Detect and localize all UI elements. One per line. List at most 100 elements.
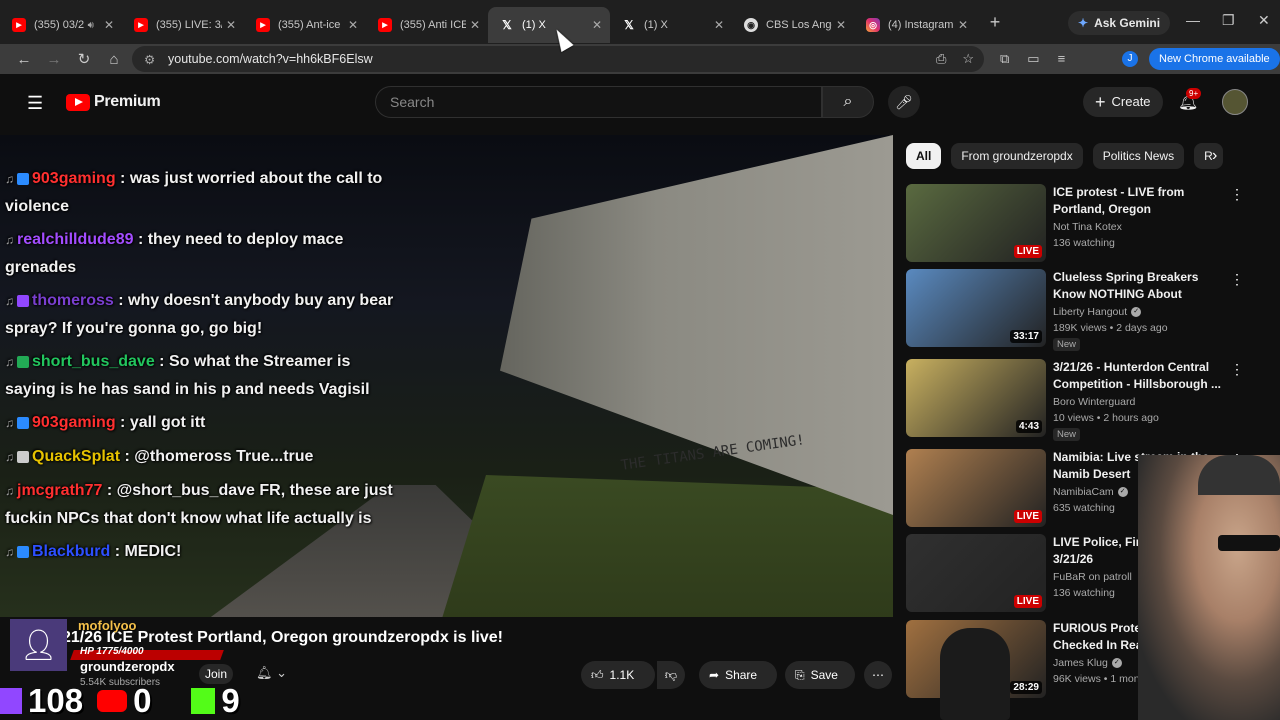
close-tab-icon[interactable]: ✕ [958,18,968,32]
video-thumbnail[interactable]: 4:43 [906,359,1046,437]
chat-text: : yall got itt [120,414,206,431]
close-tab-icon[interactable]: ✕ [348,18,358,32]
home-button[interactable]: ⌂ [99,51,129,68]
chat-username: short_bus_dave [32,353,155,370]
browser-tab[interactable]: 𝕏 (1) X ✕ [610,7,732,43]
address-bar[interactable]: ⚙ youtube.com/watch?v=hh6kBF6Elsw ⎙ ☆ [132,46,984,72]
recommendation-channel[interactable]: NamibiaCam [1053,486,1114,498]
close-tab-icon[interactable]: ✕ [104,18,114,32]
menu-icon[interactable]: ☰ [27,93,43,114]
close-tab-icon[interactable]: ✕ [592,18,602,32]
media-controls-icon[interactable]: ≡ [1058,51,1066,67]
bookmark-star-icon[interactable]: ☆ [962,51,974,67]
profile-avatar[interactable]: J [1122,51,1138,67]
recommendation-channel[interactable]: FuBaR on patroll [1053,571,1132,583]
cbs-icon: ◉ [744,18,758,32]
x-icon: 𝕏 [624,18,634,32]
filter-chip[interactable]: R [1194,143,1223,169]
notifications-button[interactable]: 🔔︎ 9+ [1178,88,1202,112]
subscribe-bell-icon[interactable]: 🔔︎ ⌄ [256,665,287,681]
close-tab-icon[interactable]: ✕ [470,18,480,32]
chevron-right-icon[interactable]: › [1212,147,1217,165]
video-thumbnail[interactable]: LIVE [906,449,1046,527]
more-horizontal-icon: ⋯ [872,668,884,682]
create-button[interactable]: + Create [1083,87,1163,117]
live-badge: LIVE [1013,595,1042,608]
browser-tab[interactable]: ◉ CBS Los Ange ✕ [732,7,854,43]
close-tab-icon[interactable]: ✕ [714,18,724,32]
close-tab-icon[interactable]: ✕ [836,18,846,32]
filter-chip[interactable]: Politics News [1092,143,1185,169]
back-button[interactable]: ← [9,51,39,68]
new-chrome-available-button[interactable]: New Chrome available [1149,48,1280,70]
close-tab-icon[interactable]: ✕ [226,18,236,32]
verified-icon: ✓ [1131,307,1142,318]
join-button[interactable]: Join [199,664,233,684]
recommendation-title[interactable]: Clueless Spring Breakers Know NOTHING Ab… [1053,269,1223,303]
chat-username: 903gaming [32,170,116,187]
reload-button[interactable]: ↻ [69,50,99,68]
chat-badge-icon [17,355,29,368]
recommendation-channel-row: Liberty Hangout ✓ [1053,306,1142,318]
channel-name[interactable]: groundzeropdx [80,659,175,674]
verified-icon: ✓ [1117,487,1128,498]
more-vertical-icon[interactable]: ⋮ [1230,361,1244,378]
hp-text: HP 1775/4000 [80,646,144,657]
extensions-icon[interactable]: ⧉ [1000,51,1009,67]
browser-tab[interactable]: ◎ (4) Instagram ✕ [854,7,976,43]
video-thumbnail[interactable]: LIVE [906,184,1046,262]
chat-badge-icon [17,416,29,429]
dislike-button[interactable]: 👎︎ [657,661,685,689]
recommendation-channel[interactable]: Boro Winterguard [1053,396,1135,408]
more-vertical-icon[interactable]: ⋮ [1230,186,1244,203]
split-view-icon[interactable]: ▭ [1027,51,1039,67]
share-button[interactable]: ➦ Share [699,661,777,689]
recommendation-channel[interactable]: Not Tina Kotex [1053,221,1122,233]
site-info-icon[interactable]: ⚙ [144,52,158,67]
browser-tab-strip: ▶ (355) 03/2🔊︎ ✕ ▶ (355) LIVE: 3/2 ✕ ▶ (355) An… [0,0,1280,44]
recommendation-title[interactable]: 3/21/26 - Hunterdon Central Competition … [1053,359,1223,392]
search-input[interactable]: Search [375,86,822,118]
youtube-logo[interactable]: Premium [66,93,161,111]
tab-title: (355) 03/2 [34,19,85,31]
channel-avatar[interactable]: 👤︎ [10,619,67,671]
browser-tab[interactable]: ▶ (355) Anti ICE ✕ [366,7,488,43]
browser-tab[interactable]: ▶ (355) 03/2 🔊︎ ✕ [0,7,122,43]
ask-gemini-button[interactable]: ✦ Ask Gemini [1068,11,1171,35]
chat-badge-icon [17,545,29,558]
video-thumbnail[interactable]: LIVE [906,534,1046,612]
recommendation-item[interactable]: 33:17 Clueless Spring Breakers Know NOTHI… [906,269,1246,351]
recommendation-item[interactable]: LIVE ICE protest - LIVE from Portland, Or… [906,184,1246,264]
recommendation-title[interactable]: ICE protest - LIVE from Portland, Oregon [1053,184,1223,217]
recommendation-channel-row: Boro Winterguard [1053,396,1135,408]
video-thumbnail[interactable]: 33:17 [906,269,1046,347]
recommendation-channel[interactable]: James Klug [1053,657,1108,669]
filter-chip[interactable]: All [906,143,942,169]
more-vertical-icon[interactable]: ⋮ [1230,271,1244,288]
forward-button[interactable]: → [39,51,69,68]
speaker-icon[interactable]: 🔊︎ [88,20,94,31]
save-button[interactable]: ⎘ Save [785,661,855,689]
filter-chip[interactable]: From groundzeropdx [951,143,1083,169]
more-actions-button[interactable]: ⋯ [864,661,892,689]
chat-message: ♫ QuackSplat : @thomeross True...true [5,443,395,471]
tab-title: CBS Los Ange [766,19,832,31]
recommendation-meta: 635 watching [1053,502,1115,514]
recommendation-item[interactable]: 4:43 3/21/26 - Hunterdon Central Competit… [906,359,1246,441]
close-window-button[interactable]: ✕ [1258,12,1270,29]
like-button[interactable]: 👍︎ 1.1K [581,661,655,689]
browser-tab[interactable]: ▶ (355) LIVE: 3/2 ✕ [122,7,244,43]
new-tab-button[interactable]: + [980,12,1010,33]
browser-tab[interactable]: ▶ (355) Ant-ice ✕ [244,7,366,43]
install-app-icon[interactable]: ⎙ [936,51,946,67]
youtube-masthead: ☰ Premium Search ⌕ 🎤︎ + Create 🔔︎ 9+ [0,74,1280,130]
platform-icon: ♫ [5,233,14,247]
search-button[interactable]: ⌕ [822,86,874,118]
account-avatar[interactable] [1222,89,1248,115]
recommendation-channel-row: Not Tina Kotex [1053,221,1122,233]
minimize-button[interactable]: — [1186,12,1200,28]
maximize-button[interactable]: ❐ [1222,12,1235,29]
voice-search-button[interactable]: 🎤︎ [888,86,920,118]
browser-tab[interactable]: 𝕏 (1) X ✕ [488,7,610,43]
recommendation-channel[interactable]: Liberty Hangout [1053,306,1127,318]
